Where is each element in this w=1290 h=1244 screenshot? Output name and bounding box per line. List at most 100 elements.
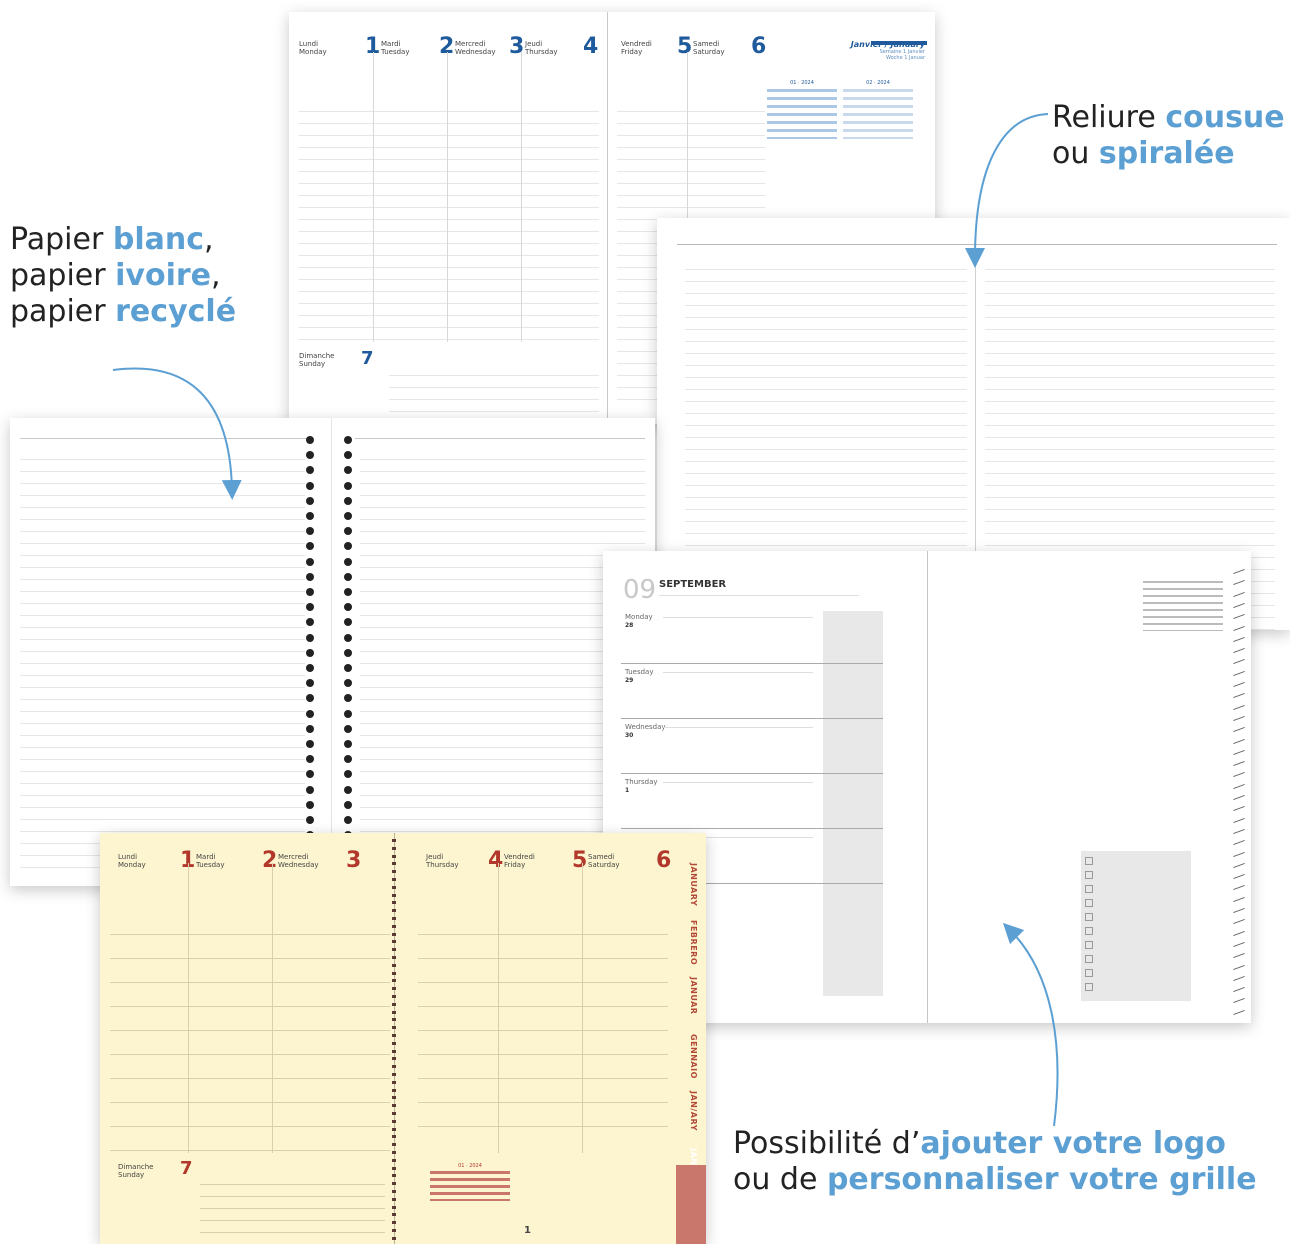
mini-calendar: 01 · 2024 xyxy=(430,1163,510,1201)
spiral-hole xyxy=(392,1166,396,1170)
day-label: Samedi Saturday xyxy=(693,40,725,56)
day-label: Vendredi Friday xyxy=(504,853,535,869)
spiral-hole xyxy=(392,924,396,928)
spiral-ring xyxy=(306,557,314,566)
month-tab[interactable]: GENNAIO xyxy=(689,1034,698,1079)
spiral-ring xyxy=(344,664,352,672)
checkbox[interactable] xyxy=(1085,941,1093,949)
day-label: Lundi Monday xyxy=(299,40,327,56)
checkbox[interactable] xyxy=(1085,927,1093,935)
ruler-tick xyxy=(1233,953,1245,959)
logo-area xyxy=(1081,851,1191,1001)
ruler-tick xyxy=(1233,659,1245,665)
ruler-tick xyxy=(1233,817,1245,823)
spiral-hole xyxy=(392,1151,396,1154)
spiral-hole xyxy=(392,1104,396,1108)
spiral-hole xyxy=(392,956,396,959)
spiral-ring xyxy=(344,572,352,581)
spiral-ring xyxy=(306,709,314,718)
day-number: 28 xyxy=(625,622,634,629)
ruler-tick xyxy=(1233,602,1245,608)
ruler-tick xyxy=(1233,749,1245,755)
ruler-tick xyxy=(1233,919,1245,925)
checkbox[interactable] xyxy=(1085,913,1093,921)
checkbox[interactable] xyxy=(1085,899,1093,907)
day-label: Mardi Tuesday xyxy=(381,40,410,56)
spiral-hole xyxy=(392,1073,396,1076)
hour-lines-left xyxy=(299,100,599,340)
day-name: Monday xyxy=(625,613,653,621)
spiral-ring xyxy=(344,755,352,764)
spiral-ring xyxy=(344,466,352,475)
checkbox[interactable] xyxy=(1085,871,1093,879)
day-number: 7 xyxy=(180,1158,193,1179)
ruler-tick xyxy=(1233,625,1245,631)
ruler-tick xyxy=(1233,907,1245,914)
spiral-hole xyxy=(392,987,396,991)
ruler-tick xyxy=(1233,874,1245,880)
day-label: Jeudi Thursday xyxy=(426,853,459,869)
spiral-hole xyxy=(392,854,396,858)
spiral-notebook xyxy=(10,418,655,886)
day-number: 29 xyxy=(625,677,634,684)
day-number: 30 xyxy=(625,732,634,739)
spiral-ring xyxy=(344,496,352,505)
spiral-hole xyxy=(392,1034,396,1037)
spiral-ring xyxy=(306,481,314,490)
month-tab[interactable]: JAN/ARY xyxy=(689,1091,698,1131)
active-month-tab[interactable] xyxy=(676,1165,706,1244)
month-tab[interactable]: FEBRERO xyxy=(689,920,698,965)
ruler-tick xyxy=(1233,987,1245,993)
spiral-ring xyxy=(344,588,352,596)
spiral-ring xyxy=(306,542,314,551)
day-number: 1 xyxy=(625,787,630,794)
spiral-ring xyxy=(306,755,314,764)
ruler-tick xyxy=(1233,591,1245,597)
spiral-ring xyxy=(306,724,314,733)
caption-custom: Possibilité d’ajouter votre logo ou de p… xyxy=(733,1126,1257,1197)
checkbox[interactable] xyxy=(1085,857,1093,865)
day-number: 3 xyxy=(346,848,362,873)
month-sub: Woche 1 Januar xyxy=(885,55,925,61)
spiral-hole xyxy=(392,963,396,967)
spiral-ring xyxy=(306,633,314,642)
spiral-hole xyxy=(392,948,396,952)
ruler-tick xyxy=(1233,693,1245,699)
spiral-ring xyxy=(344,512,352,520)
checkbox[interactable] xyxy=(1085,955,1093,963)
spiral-hole xyxy=(392,1112,396,1115)
month-tab[interactable]: JANUARY xyxy=(689,863,698,906)
ruler-tick xyxy=(1233,738,1245,744)
spiral-hole xyxy=(392,885,396,889)
spiral-ring xyxy=(306,527,314,536)
spiral-hole xyxy=(392,1197,396,1201)
spiral-ring xyxy=(344,770,352,779)
caption-binding: Reliure cousue ou spiralée xyxy=(1052,100,1285,171)
spiral-hole xyxy=(392,1229,396,1232)
checkbox[interactable] xyxy=(1085,983,1093,991)
checkbox[interactable] xyxy=(1085,969,1093,977)
day-label: Jeudi Thursday xyxy=(525,40,558,56)
spiral-hole xyxy=(392,979,396,983)
day-number: 6 xyxy=(656,848,672,873)
spiral-hole xyxy=(392,940,396,944)
day-label: Dimanche Sunday xyxy=(299,352,335,368)
spiral-hole xyxy=(392,1190,396,1193)
mini-calendar-title: 02 · 2024 xyxy=(866,80,890,86)
month-title: SEPTEMBER xyxy=(659,579,727,590)
spiral-hole xyxy=(392,1026,396,1030)
ruler-tick xyxy=(1233,862,1245,868)
month-tab[interactable]: JANUAR xyxy=(689,977,698,1014)
ruler-tick xyxy=(1233,772,1245,778)
spiral-ring xyxy=(344,603,352,612)
spine xyxy=(607,12,608,424)
spiral-ring xyxy=(344,436,352,444)
ruler-tick xyxy=(1233,806,1245,812)
spiral-hole xyxy=(392,1041,396,1045)
day-label: Mercredi Wednesday xyxy=(278,853,319,869)
spiral-hole xyxy=(392,1143,396,1147)
checkbox[interactable] xyxy=(1085,885,1093,893)
spiral-ring xyxy=(306,588,314,596)
spiral-ring xyxy=(344,451,352,460)
spiral-ring xyxy=(306,664,314,672)
